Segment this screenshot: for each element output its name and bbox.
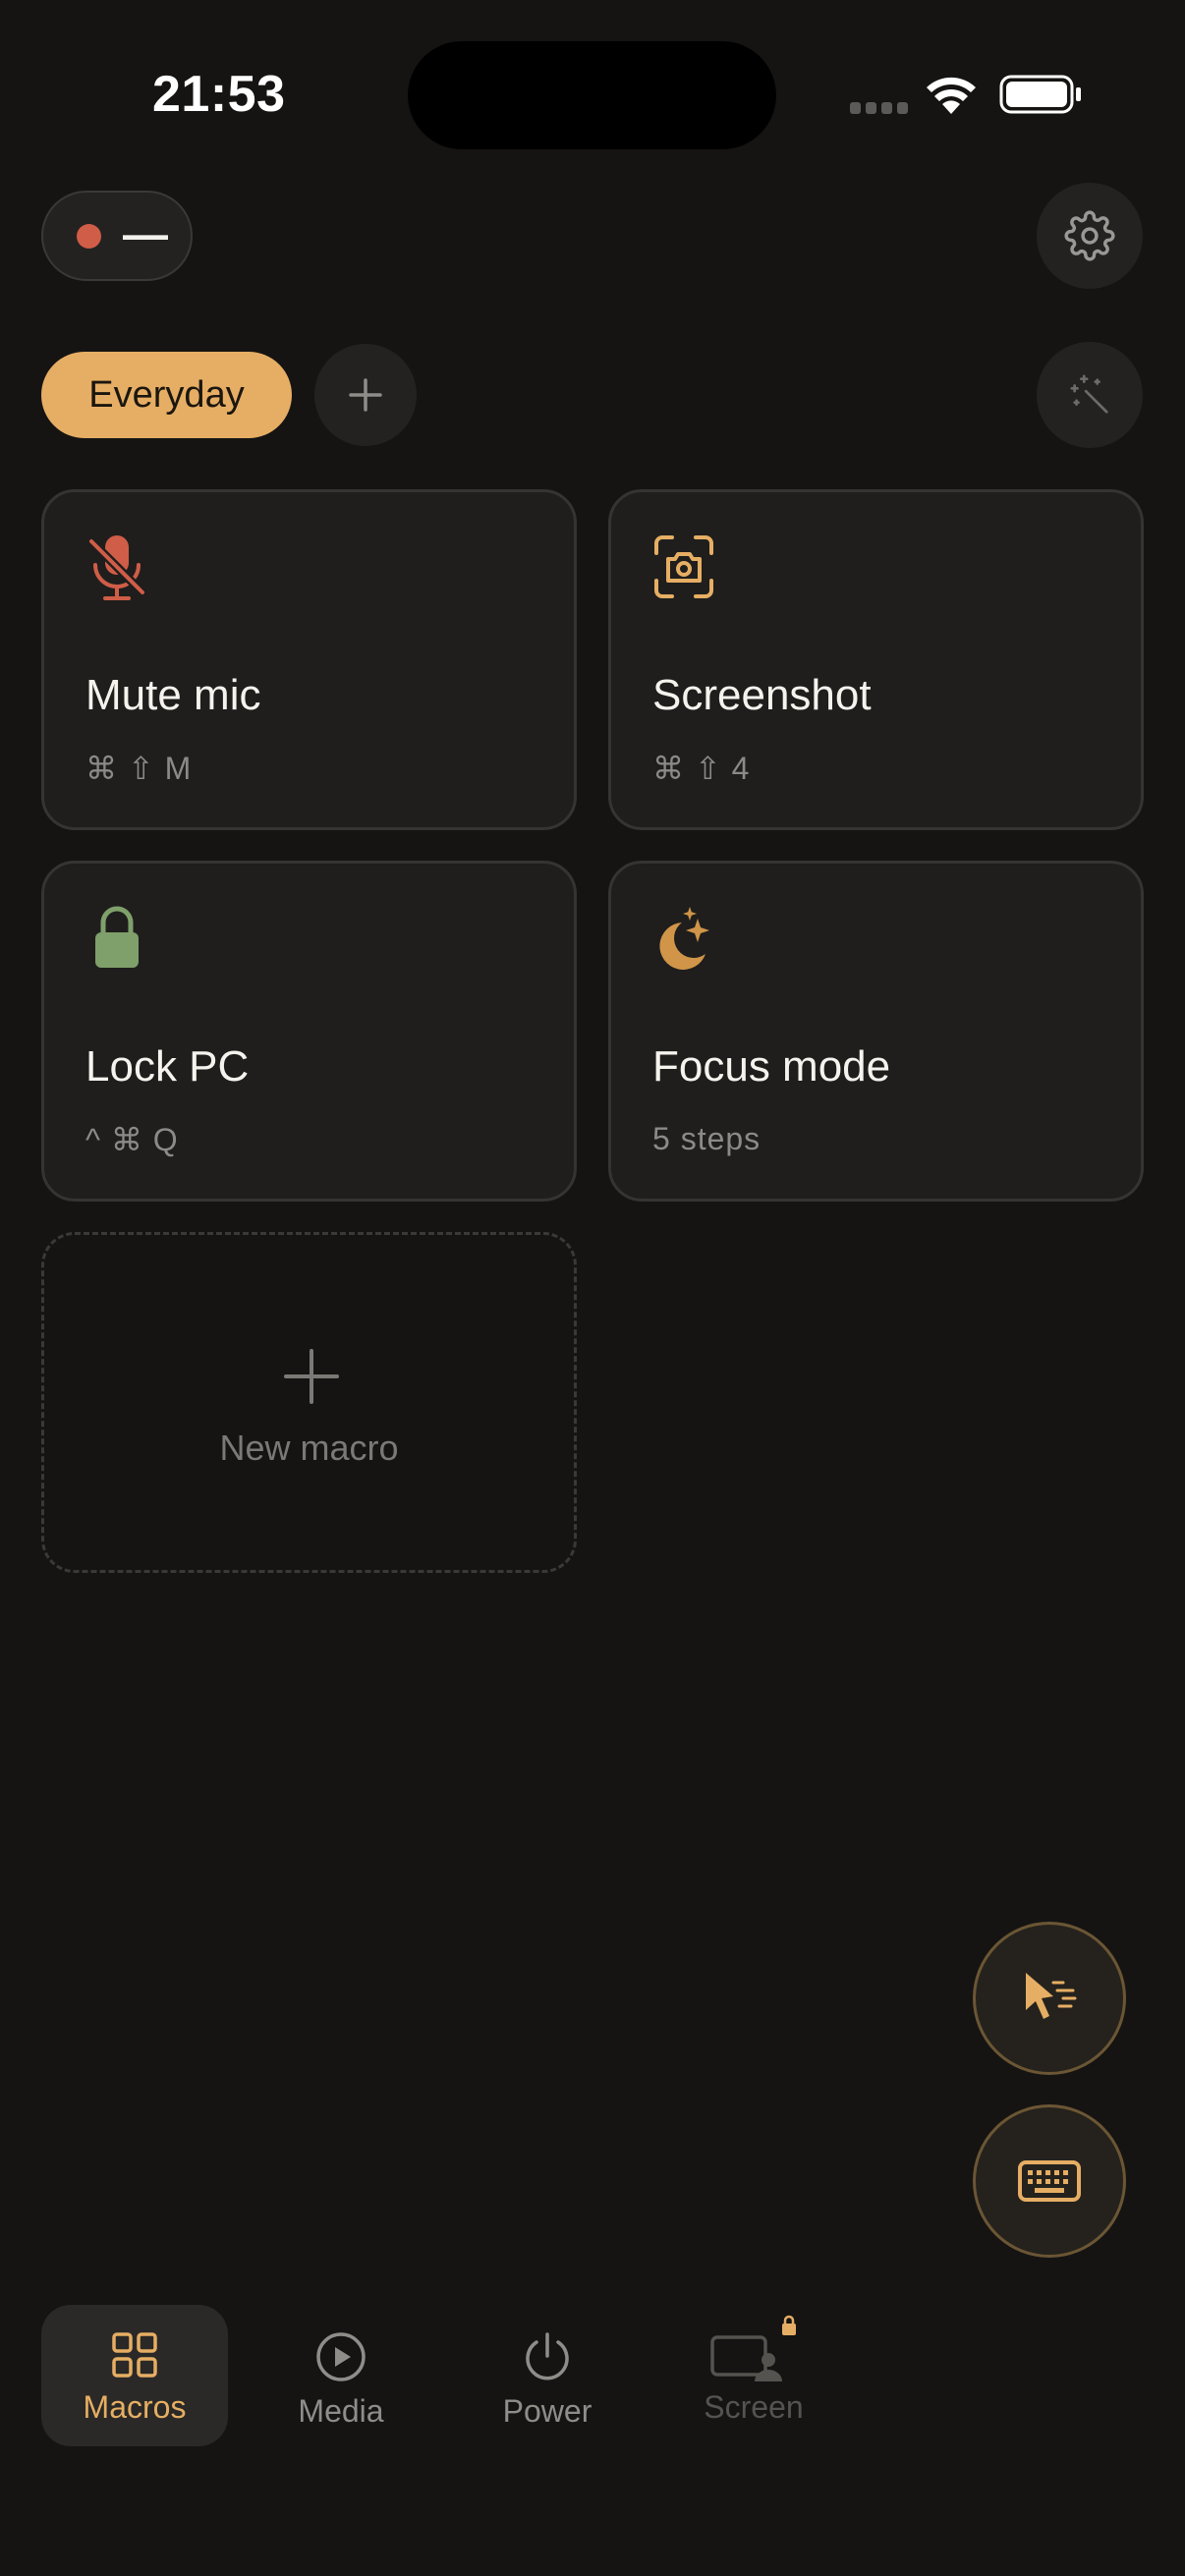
nav-tab-power[interactable]: Power xyxy=(454,2305,641,2446)
gear-icon xyxy=(1064,210,1115,261)
nav-tab-macros[interactable]: Macros xyxy=(41,2305,228,2446)
new-macro-card[interactable]: New macro xyxy=(41,1232,577,1573)
settings-button[interactable] xyxy=(1037,183,1143,289)
macro-title: Focus mode xyxy=(652,1042,891,1091)
macro-title: Lock PC xyxy=(85,1042,250,1091)
macro-card-lock-pc[interactable]: Lock PC ^ ⌘ Q xyxy=(41,861,577,1202)
status-time: 21:53 xyxy=(152,66,286,123)
cellular-signal-icon xyxy=(850,102,909,116)
connection-status-dot xyxy=(77,223,101,249)
magic-wand-button[interactable] xyxy=(1037,342,1143,448)
macro-title: Mute mic xyxy=(85,671,261,719)
nav-label: Macros xyxy=(83,2389,187,2425)
macro-title: Screenshot xyxy=(652,671,872,719)
battery-icon xyxy=(999,75,1081,114)
new-macro-label: New macro xyxy=(219,1428,399,1468)
nav-label: Screen xyxy=(704,2389,804,2425)
nav-tab-screen[interactable]: Screen xyxy=(660,2305,847,2446)
macro-shortcut: 5 steps xyxy=(652,1121,762,1156)
keyboard-button[interactable] xyxy=(973,2104,1126,2258)
macro-card-focus-mode[interactable]: Focus mode 5 steps xyxy=(608,861,1144,1202)
play-circle-icon xyxy=(316,2332,366,2381)
grid-icon xyxy=(112,2332,157,2378)
cursor-pointer-icon xyxy=(1026,1973,1077,2019)
trackpad-button[interactable] xyxy=(973,1922,1126,2075)
screen-share-icon xyxy=(710,2335,782,2381)
nav-label: Power xyxy=(502,2393,592,2429)
macro-shortcut: ⌘ ⇧ 4 xyxy=(652,751,751,786)
nav-tab-media[interactable]: Media xyxy=(248,2305,434,2446)
camera-scan-icon xyxy=(654,535,713,598)
macro-shortcut: ^ ⌘ Q xyxy=(85,1122,179,1157)
power-icon xyxy=(526,2332,569,2380)
connection-label: — xyxy=(123,208,168,259)
macro-card-mute-mic[interactable]: Mute mic ⌘ ⇧ M xyxy=(41,489,577,830)
macro-card-screenshot[interactable]: Screenshot ⌘ ⇧ 4 xyxy=(608,489,1144,830)
macro-shortcut: ⌘ ⇧ M xyxy=(85,751,193,786)
lock-badge-icon xyxy=(782,2315,796,2335)
dynamic-island xyxy=(408,41,776,149)
nav-label: Media xyxy=(298,2393,384,2429)
keyboard-icon xyxy=(1018,2160,1081,2202)
tab-everyday[interactable]: Everyday xyxy=(41,352,292,438)
moon-stars-icon xyxy=(659,907,709,970)
connection-status-pill[interactable]: — xyxy=(41,191,193,281)
add-tab-button[interactable] xyxy=(314,344,417,446)
plus-icon xyxy=(349,378,382,412)
magic-wand-icon xyxy=(1070,374,1108,414)
lock-icon xyxy=(95,906,139,968)
wifi-icon xyxy=(927,77,976,114)
mic-off-icon xyxy=(86,535,147,600)
plus-icon xyxy=(284,1349,339,1404)
